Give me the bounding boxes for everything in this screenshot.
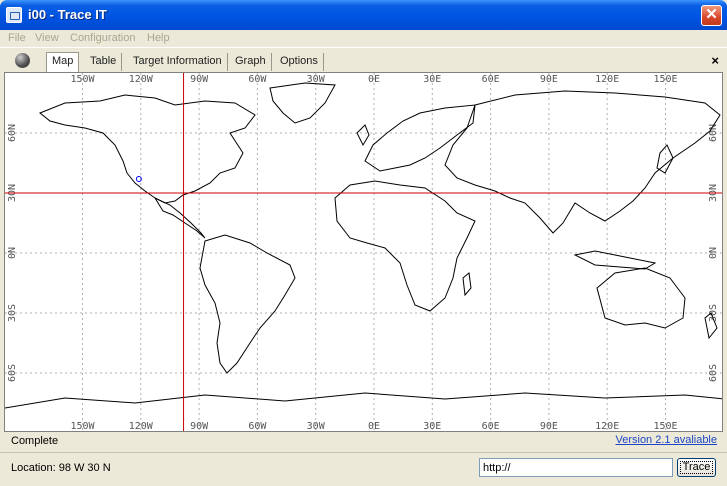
lat-label-left: 30S [7, 304, 18, 322]
lon-label-bottom: 90W [190, 421, 209, 432]
url-input[interactable] [479, 458, 673, 477]
tab-target-information[interactable]: Target Information [128, 53, 228, 71]
lon-label-top: 120E [595, 74, 619, 85]
menu-view[interactable]: View [35, 32, 59, 44]
title-bar[interactable]: i00 - Trace IT ✕ [0, 0, 727, 30]
tab-close-icon[interactable]: × [711, 53, 719, 68]
lon-label-top: 90W [190, 74, 209, 85]
lon-label-bottom: 30E [423, 421, 441, 432]
lon-label-bottom: 120E [595, 421, 619, 432]
menu-configuration[interactable]: Configuration [70, 32, 135, 44]
globe-icon [15, 53, 30, 68]
world-map[interactable]: 150W 150W 120W 120W 90W 90W 60W 60W 30W 30W 0E 0E 30… [4, 72, 723, 432]
lon-label-top: 120W [129, 74, 154, 85]
lon-label-bottom: 30W [307, 421, 326, 432]
tab-options[interactable]: Options [275, 53, 324, 71]
version-link[interactable]: Version 2.1 avaliable [615, 434, 717, 446]
lon-label-bottom: 150W [70, 421, 95, 432]
lat-label-left: 0N [7, 247, 18, 259]
status-text: Complete [11, 435, 59, 447]
menu-bar: File View Configuration Help [0, 30, 727, 48]
tab-bar: Map Table Target Information Graph Optio… [0, 50, 727, 72]
menu-file[interactable]: File [8, 32, 26, 44]
lat-label-right: 60N [708, 124, 719, 142]
location-readout: Location: 98 W 30 N [11, 462, 111, 474]
bottom-bar: Location: 98 W 30 N Trace [0, 452, 727, 486]
lon-label-top: 90E [540, 74, 558, 85]
lon-label-bottom: 150E [653, 421, 677, 432]
lat-label-left: 60N [7, 124, 18, 142]
window-title: i00 - Trace IT [28, 7, 107, 22]
lat-label-right: 0N [708, 247, 719, 259]
window-close-button[interactable]: ✕ [701, 5, 722, 26]
trace-button[interactable]: Trace [677, 458, 716, 477]
world-map-canvas[interactable]: 150W150W120W120W90W90W60W60W30W30W0E0E30… [5, 73, 723, 432]
status-bar: Complete Version 2.1 avaliable [0, 433, 727, 449]
lon-label-top: 150W [70, 74, 95, 85]
menu-help[interactable]: Help [147, 32, 170, 44]
lon-label-top: 30E [423, 74, 441, 85]
lon-label-top: 0E [368, 74, 380, 85]
lon-label-bottom: 60W [248, 421, 267, 432]
tab-table[interactable]: Table [85, 53, 123, 71]
lat-label-left: 60S [7, 364, 18, 382]
lon-label-top: 150E [653, 74, 677, 85]
lat-label-right: 60S [708, 364, 719, 382]
lon-label-top: 60E [482, 74, 500, 85]
lon-label-top: 60W [248, 74, 267, 85]
lon-label-bottom: 60E [482, 421, 500, 432]
lon-label-bottom: 120W [129, 421, 154, 432]
lon-label-bottom: 90E [540, 421, 558, 432]
app-icon [6, 7, 22, 23]
tab-map[interactable]: Map [46, 52, 80, 72]
tab-graph[interactable]: Graph [230, 53, 272, 71]
lon-label-bottom: 0E [368, 421, 380, 432]
